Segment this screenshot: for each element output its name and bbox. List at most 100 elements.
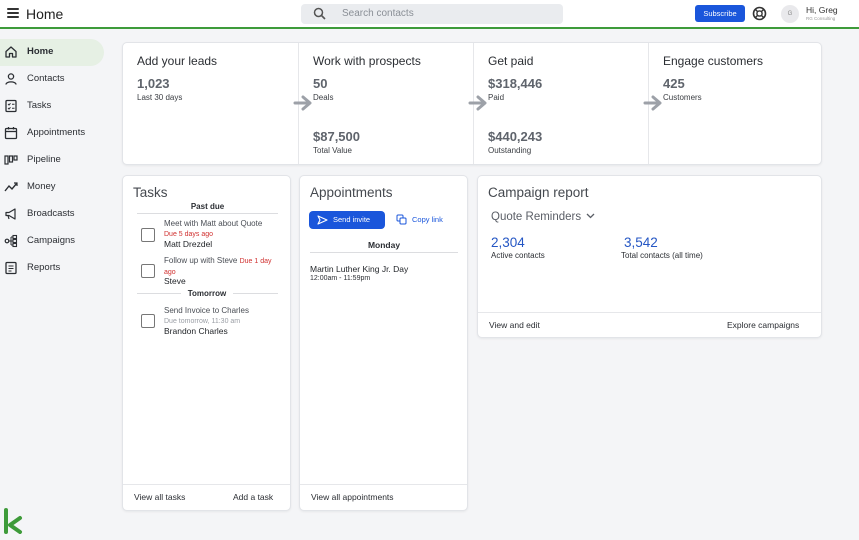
sidebar-item-home[interactable]: Home bbox=[0, 39, 104, 66]
task-title: Send Invoice to Charles bbox=[164, 306, 249, 315]
stage-add-leads[interactable]: Add your leads 1,023 Last 30 days bbox=[123, 43, 298, 164]
total-contacts-value: 3,542 bbox=[624, 235, 658, 250]
total-value: $87,500 bbox=[313, 129, 360, 144]
appointments-card: Appointments Send invite Copy link Monda… bbox=[299, 175, 468, 511]
person-icon bbox=[5, 73, 17, 85]
page-title: Home bbox=[26, 6, 64, 22]
sidebar-item-reports[interactable]: Reports bbox=[0, 255, 104, 282]
send-invite-label: Send invite bbox=[333, 215, 371, 224]
send-icon bbox=[317, 215, 328, 225]
arrow-right-icon bbox=[293, 95, 312, 111]
tasks-card: Tasks Past due Meet with Matt about Quot… bbox=[122, 175, 291, 511]
task-contact[interactable]: Brandon Charles bbox=[164, 326, 228, 336]
day-heading: Monday bbox=[367, 240, 401, 250]
sidebar-item-label: Pipeline bbox=[27, 154, 61, 165]
keap-logo-icon bbox=[4, 508, 22, 534]
sidebar-item-label: Appointments bbox=[27, 127, 86, 138]
active-contacts-value: 2,304 bbox=[491, 235, 525, 250]
search-bar[interactable]: Search contacts bbox=[301, 4, 563, 24]
view-all-tasks-link[interactable]: View all tasks bbox=[134, 492, 185, 502]
sidebar-item-contacts[interactable]: Contacts bbox=[0, 66, 104, 93]
task-checkbox[interactable] bbox=[141, 314, 155, 328]
deals-caption: Deals bbox=[313, 93, 334, 102]
home-icon bbox=[5, 46, 17, 58]
sidebar-item-label: Home bbox=[27, 46, 54, 57]
task-contact[interactable]: Steve bbox=[164, 276, 186, 286]
task-due: Due 5 days ago bbox=[164, 231, 214, 238]
customers-count: 425 bbox=[663, 76, 685, 91]
arrow-right-icon bbox=[643, 95, 662, 111]
sidebar-item-label: Broadcasts bbox=[27, 208, 75, 219]
megaphone-icon bbox=[5, 208, 16, 220]
help-icon[interactable] bbox=[752, 6, 767, 21]
total-value-caption: Total Value bbox=[313, 146, 352, 155]
sidebar-item-broadcasts[interactable]: Broadcasts bbox=[0, 201, 104, 228]
tomorrow-heading: Tomorrow bbox=[181, 289, 233, 298]
active-contacts-label: Active contacts bbox=[491, 251, 545, 260]
divider bbox=[310, 252, 458, 253]
campaign-report-card: Campaign report Quote Reminders 2,304 Ac… bbox=[477, 175, 822, 338]
menu-icon[interactable] bbox=[7, 8, 19, 18]
stage-title: Add your leads bbox=[137, 54, 218, 68]
stage-title: Work with prospects bbox=[313, 54, 421, 68]
sidebar-item-label: Campaigns bbox=[27, 235, 76, 246]
sidebar: Home Contacts Tasks Appointments Pipelin… bbox=[0, 39, 110, 282]
event-title[interactable]: Martin Luther King Jr. Day bbox=[310, 264, 408, 274]
task-title: Follow up with Steve bbox=[164, 256, 238, 265]
sidebar-item-pipeline[interactable]: Pipeline bbox=[0, 147, 104, 174]
view-edit-link[interactable]: View and edit bbox=[489, 320, 540, 330]
outstanding-amount: $440,243 bbox=[488, 129, 543, 144]
campaign-select[interactable]: Quote Reminders bbox=[491, 211, 595, 223]
sidebar-item-campaigns[interactable]: Campaigns bbox=[0, 228, 104, 255]
sidebar-item-tasks[interactable]: Tasks bbox=[0, 93, 104, 120]
search-icon bbox=[313, 7, 326, 20]
task-title: Meet with Matt about Quote bbox=[164, 219, 263, 228]
view-all-appointments-link[interactable]: View all appointments bbox=[311, 492, 394, 502]
pipeline-summary-card: Add your leads 1,023 Last 30 days Work w… bbox=[122, 42, 822, 165]
divider bbox=[300, 484, 467, 485]
customers-caption: Customers bbox=[663, 93, 702, 102]
task-item[interactable]: Meet with Matt about Quote Due 5 days ag… bbox=[164, 219, 284, 240]
send-invite-button[interactable]: Send invite bbox=[309, 211, 385, 229]
task-item[interactable]: Send Invoice to Charles Due tomorrow, 11… bbox=[164, 306, 284, 327]
sidebar-item-appointments[interactable]: Appointments bbox=[0, 120, 104, 147]
paid-amount: $318,446 bbox=[488, 76, 543, 91]
task-item[interactable]: Follow up with Steve Due 1 day ago bbox=[164, 256, 274, 278]
appointments-title: Appointments bbox=[310, 185, 393, 200]
avatar[interactable]: G bbox=[781, 5, 799, 23]
chevron-down-icon bbox=[586, 213, 595, 219]
report-icon bbox=[5, 261, 17, 275]
checklist-icon bbox=[5, 99, 17, 113]
top-bar: Home Search contacts Subscribe G Hi, Gre… bbox=[0, 0, 859, 29]
explore-campaigns-link[interactable]: Explore campaigns bbox=[727, 320, 799, 330]
sidebar-item-money[interactable]: Money bbox=[0, 174, 104, 201]
campaign-title: Campaign report bbox=[488, 185, 589, 200]
search-input[interactable]: Search contacts bbox=[342, 8, 414, 19]
add-task-link[interactable]: Add a task bbox=[233, 492, 273, 502]
user-greeting[interactable]: Hi, Greg RG Consulting bbox=[806, 5, 838, 21]
divider bbox=[123, 484, 290, 485]
leads-caption: Last 30 days bbox=[137, 93, 183, 102]
pipeline-icon bbox=[4, 155, 18, 165]
campaign-selected: Quote Reminders bbox=[491, 211, 582, 223]
money-trend-icon bbox=[4, 182, 18, 192]
leads-count: 1,023 bbox=[137, 76, 170, 91]
stage-engage-customers[interactable]: Engage customers 425 Customers bbox=[643, 43, 823, 164]
subscribe-button[interactable]: Subscribe bbox=[695, 5, 745, 22]
copy-icon bbox=[396, 214, 407, 225]
event-time: 12:00am - 11:59pm bbox=[310, 275, 371, 282]
arrow-right-icon bbox=[468, 95, 487, 111]
stage-work-prospects[interactable]: Work with prospects 50 Deals $87,500 Tot… bbox=[293, 43, 473, 164]
calendar-icon bbox=[4, 127, 18, 140]
task-checkbox[interactable] bbox=[141, 264, 155, 278]
outstanding-caption: Outstanding bbox=[488, 146, 532, 155]
stage-title: Get paid bbox=[488, 54, 534, 68]
sidebar-item-label: Tasks bbox=[27, 100, 52, 111]
stage-get-paid[interactable]: Get paid $318,446 Paid $440,243 Outstand… bbox=[468, 43, 648, 164]
sidebar-item-label: Money bbox=[27, 181, 56, 192]
copy-link-label: Copy link bbox=[412, 215, 443, 224]
task-contact[interactable]: Matt Drezdel bbox=[164, 239, 212, 249]
task-checkbox[interactable] bbox=[141, 228, 155, 242]
divider bbox=[137, 213, 278, 214]
paid-caption: Paid bbox=[488, 93, 505, 102]
